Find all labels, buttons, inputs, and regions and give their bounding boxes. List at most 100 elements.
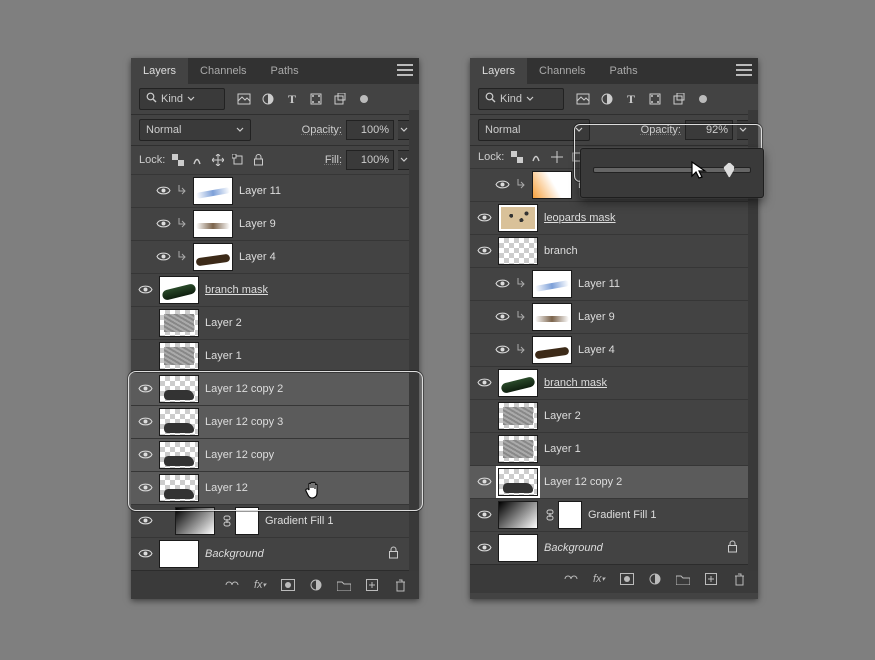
layer-name-label[interactable]: Layer 12 copy 3 — [205, 416, 283, 428]
layer-thumbnail[interactable] — [498, 237, 538, 265]
link-layers-icon[interactable] — [225, 578, 239, 592]
visibility-eye-icon[interactable] — [137, 547, 153, 562]
tab-layers[interactable]: Layers — [470, 58, 527, 84]
layer-thumbnail[interactable] — [193, 243, 233, 271]
layer-thumbnail[interactable] — [498, 501, 538, 529]
link-icon[interactable] — [221, 515, 233, 527]
lock-transparent-icon[interactable] — [171, 153, 185, 167]
layer-thumbnail[interactable] — [498, 204, 538, 232]
layer-name-label[interactable]: Gradient Fill 1 — [265, 515, 333, 527]
layer-thumbnail[interactable] — [498, 402, 538, 430]
opacity-input[interactable]: 100% — [346, 120, 394, 140]
layer-thumbnail[interactable] — [159, 540, 199, 568]
layer-name-label[interactable]: Layer 4 — [578, 344, 615, 356]
visibility-eye-icon[interactable] — [476, 211, 492, 226]
layer-row[interactable]: Layer 12 — [131, 471, 419, 504]
blend-mode-select[interactable]: Normal — [139, 119, 251, 141]
opacity-input[interactable]: 92% — [685, 120, 733, 140]
layer-row[interactable]: Layer 2 — [131, 306, 419, 339]
layer-thumbnail[interactable] — [159, 309, 199, 337]
tab-paths[interactable]: Paths — [259, 58, 311, 84]
layer-name-label[interactable]: leopards mask — [544, 212, 616, 224]
visibility-eye-icon[interactable] — [137, 448, 153, 463]
layer-thumbnail[interactable] — [159, 474, 199, 502]
layer-thumbnail[interactable] — [159, 342, 199, 370]
link-layers-icon[interactable] — [564, 572, 578, 586]
layer-name-label[interactable]: Layer 4 — [239, 251, 276, 263]
lock-position-icon[interactable] — [211, 153, 225, 167]
visibility-eye-icon[interactable] — [476, 508, 492, 523]
visibility-eye-icon[interactable] — [494, 277, 510, 292]
layer-mask-thumbnail[interactable] — [235, 507, 259, 535]
layer-name-label[interactable]: Gradient Fill 1 — [588, 509, 656, 521]
layer-thumbnail[interactable] — [159, 276, 199, 304]
layer-thumbnail[interactable] — [193, 210, 233, 238]
add-mask-icon[interactable] — [620, 572, 634, 586]
layer-thumbnail[interactable] — [498, 534, 538, 562]
new-adjustment-icon[interactable] — [648, 572, 662, 586]
layer-thumbnail[interactable] — [175, 507, 215, 535]
visibility-eye-icon[interactable] — [476, 541, 492, 556]
filter-toggle-icon[interactable] — [696, 92, 710, 106]
shape-layers-icon[interactable] — [648, 92, 662, 106]
pixel-layers-icon[interactable] — [237, 92, 251, 106]
visibility-eye-icon[interactable] — [137, 514, 153, 529]
fill-input[interactable]: 100% — [346, 150, 394, 170]
delete-layer-icon[interactable] — [732, 572, 746, 586]
layer-mask-thumbnail[interactable] — [558, 501, 582, 529]
smart-objects-icon[interactable] — [333, 92, 347, 106]
layer-name-label[interactable]: Layer 1 — [544, 443, 581, 455]
layer-name-label[interactable]: Layer 9 — [239, 218, 276, 230]
tab-channels[interactable]: Channels — [188, 58, 258, 84]
visibility-eye-icon[interactable] — [137, 481, 153, 496]
visibility-eye-icon[interactable] — [155, 217, 171, 232]
layer-thumbnail[interactable] — [159, 408, 199, 436]
layer-row[interactable]: Layer 2 — [470, 399, 758, 432]
opacity-slider-thumb[interactable] — [723, 162, 735, 178]
layer-name-label[interactable]: Layer 1 — [205, 350, 242, 362]
layer-row[interactable]: branch — [470, 234, 758, 267]
add-mask-icon[interactable] — [281, 578, 295, 592]
scrollbar[interactable] — [409, 110, 419, 571]
opacity-slider-popup[interactable] — [580, 148, 764, 198]
layer-row[interactable]: Layer 4 — [470, 333, 758, 366]
visibility-eye-icon[interactable] — [137, 283, 153, 298]
layer-name-label[interactable]: branch mask — [544, 377, 607, 389]
visibility-eye-icon[interactable] — [137, 415, 153, 430]
pixel-layers-icon[interactable] — [576, 92, 590, 106]
visibility-eye-icon[interactable] — [476, 376, 492, 391]
layer-thumbnail[interactable] — [159, 375, 199, 403]
lock-position-icon[interactable] — [550, 150, 564, 164]
tab-layers[interactable]: Layers — [131, 58, 188, 84]
type-layers-icon[interactable]: T — [624, 92, 638, 106]
layer-thumbnail[interactable] — [532, 171, 572, 199]
panel-menu-icon[interactable] — [397, 64, 413, 76]
layer-name-label[interactable]: Layer 2 — [544, 410, 581, 422]
layer-row[interactable]: Layer 1 — [470, 432, 758, 465]
layer-row[interactable]: Layer 12 copy 2 — [131, 372, 419, 405]
layer-row[interactable]: Layer 12 copy — [131, 438, 419, 471]
new-adjustment-icon[interactable] — [309, 578, 323, 592]
layer-row[interactable]: Background — [131, 537, 419, 570]
tab-paths[interactable]: Paths — [598, 58, 650, 84]
layer-row[interactable]: Gradient Fill 1 — [131, 504, 419, 537]
visibility-eye-icon[interactable] — [155, 250, 171, 265]
layer-thumbnail[interactable] — [532, 336, 572, 364]
visibility-eye-icon[interactable] — [476, 475, 492, 490]
fx-icon[interactable]: fx▾ — [253, 578, 267, 592]
layer-name-label[interactable]: branch — [544, 245, 578, 257]
layer-thumbnail[interactable] — [159, 441, 199, 469]
layer-row[interactable]: branch mask — [470, 366, 758, 399]
layer-row[interactable]: Layer 4 — [131, 240, 419, 273]
layer-row[interactable]: Layer 11 — [131, 174, 419, 207]
lock-image-icon[interactable] — [530, 150, 544, 164]
layer-row[interactable]: branch mask — [131, 273, 419, 306]
layer-row[interactable]: Layer 12 copy 3 — [131, 405, 419, 438]
new-layer-icon[interactable] — [365, 578, 379, 592]
visibility-eye-icon[interactable] — [155, 184, 171, 199]
filter-kind-select[interactable]: Kind — [478, 88, 564, 110]
layer-thumbnail[interactable] — [498, 369, 538, 397]
layer-name-label[interactable]: Background — [544, 542, 603, 554]
panel-menu-icon[interactable] — [736, 64, 752, 76]
layer-name-label[interactable]: Layer 12 copy 2 — [205, 383, 283, 395]
